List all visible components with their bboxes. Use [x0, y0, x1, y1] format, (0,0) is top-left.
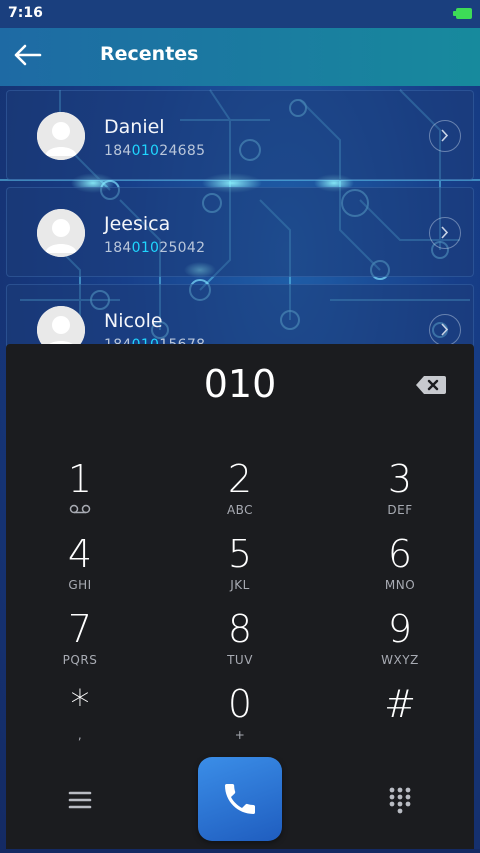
- person-avatar-icon: [37, 112, 85, 160]
- page-title: Recentes: [100, 43, 199, 65]
- dialpad-toggle-button[interactable]: [385, 785, 415, 817]
- chevron-right-icon: [441, 226, 449, 239]
- avatar: [37, 112, 85, 160]
- key-6[interactable]: 6 MNO: [340, 532, 460, 602]
- key-4[interactable]: 4 GHI: [20, 532, 140, 602]
- key-9[interactable]: 9 WXYZ: [340, 607, 460, 677]
- arrow-left-icon: [14, 44, 42, 66]
- bottom-strip: [0, 849, 480, 853]
- contact-details-button[interactable]: [429, 120, 461, 152]
- chevron-right-icon: [441, 323, 449, 336]
- contact-name: Jeesica: [104, 213, 171, 235]
- key-2[interactable]: 2 ABC: [180, 457, 300, 527]
- call-button[interactable]: [198, 757, 282, 841]
- key-5[interactable]: 5 JKL: [180, 532, 300, 602]
- menu-button[interactable]: [64, 786, 96, 814]
- backspace-button[interactable]: [414, 372, 448, 398]
- key-1[interactable]: 1: [20, 457, 140, 527]
- key-7[interactable]: 7 PQRS: [20, 607, 140, 677]
- contact-details-button[interactable]: [429, 217, 461, 249]
- key-0[interactable]: 0 +: [180, 682, 300, 752]
- contact-name: Nicole: [104, 310, 163, 332]
- number-match: 010: [131, 240, 160, 256]
- recent-contact-daniel[interactable]: Daniel 18401024685: [6, 90, 474, 180]
- phone-icon: [225, 784, 255, 814]
- toolbar: Recentes: [0, 28, 480, 86]
- recent-contact-jeesica[interactable]: Jeesica 18401025042: [6, 187, 474, 277]
- status-time: 7:16: [8, 5, 43, 21]
- key-3[interactable]: 3 DEF: [340, 457, 460, 527]
- contact-details-button[interactable]: [429, 314, 461, 346]
- status-bar: 7:16: [0, 0, 480, 28]
- contact-name: Daniel: [104, 116, 165, 138]
- menu-icon: [68, 791, 92, 809]
- avatar: [37, 209, 85, 257]
- contact-number: 18401025042: [104, 240, 206, 256]
- back-button[interactable]: [12, 40, 46, 70]
- contact-number: 18401024685: [104, 143, 206, 159]
- key-hash[interactable]: #: [340, 682, 460, 752]
- voicemail-icon: [69, 504, 91, 514]
- key-star[interactable]: * ,: [20, 682, 140, 752]
- dialpad-panel: 010 1 2 ABC 3 DEF 4 GHI 5 JKL 6 MNO 7 PQ…: [6, 344, 474, 849]
- battery-icon: [453, 8, 472, 19]
- number-match: 010: [131, 143, 160, 159]
- chevron-right-icon: [441, 129, 449, 142]
- backspace-icon: [416, 376, 446, 394]
- dial-number-display[interactable]: 010: [6, 362, 474, 406]
- person-avatar-icon: [37, 209, 85, 257]
- dialpad-grid-icon: [389, 787, 411, 814]
- key-8[interactable]: 8 TUV: [180, 607, 300, 677]
